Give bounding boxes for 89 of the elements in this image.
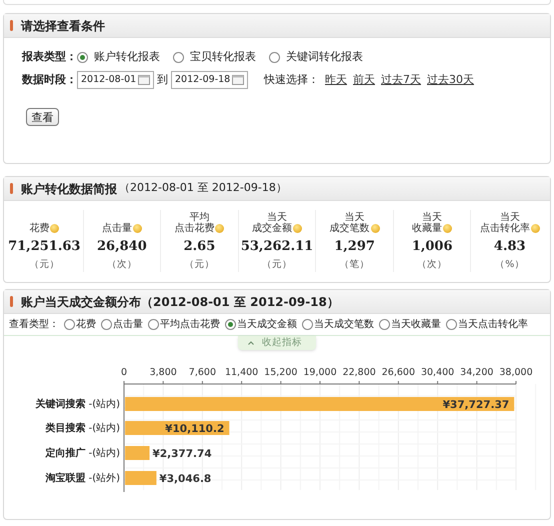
metric-label: 当天 点击转化率 <box>480 210 540 234</box>
metric-label: 点击量 <box>102 210 142 234</box>
metric-unit: （次） <box>106 258 137 272</box>
radio-button[interactable] <box>101 319 112 330</box>
radio-label[interactable]: 花费 <box>76 317 96 332</box>
radio-button[interactable] <box>148 319 159 330</box>
axis-tick-label: 15,200 <box>264 367 298 378</box>
calendar-icon[interactable] <box>232 75 244 85</box>
radio-label[interactable]: 关键词转化报表 <box>286 48 363 66</box>
field-label: 查看类型： <box>9 318 59 332</box>
axis-tick-label: 26,600 <box>382 367 416 378</box>
category-label: 类目搜索 -(站内) <box>45 422 120 436</box>
axis-tick-label: 22,800 <box>342 367 376 378</box>
calendar-icon[interactable] <box>138 75 150 85</box>
help-icon <box>443 224 452 233</box>
metric-label: 当天 成交笔数 <box>330 210 380 234</box>
help-icon <box>370 224 380 233</box>
radio-label[interactable]: 当天成交金额 <box>237 317 297 332</box>
axis-tick-label: 3,800 <box>150 367 177 378</box>
axis-tick-label: 34,200 <box>460 367 494 378</box>
field-label: 数据时段： <box>22 72 77 88</box>
axis-tick-label: 7,600 <box>188 367 216 378</box>
radio-button[interactable] <box>379 319 390 330</box>
header-marker-icon <box>10 183 13 194</box>
panel-title: 请选择查看条件 <box>21 18 105 34</box>
radio-label[interactable]: 当天成交笔数 <box>314 317 374 332</box>
metric-unit: （元） <box>184 258 214 272</box>
metric-value: 1,006 <box>412 238 453 256</box>
start-date-field[interactable]: 2012-08-01 <box>77 71 154 89</box>
axis-tick-label: 11,400 <box>224 367 258 378</box>
help-icon <box>215 224 224 233</box>
radio-button[interactable] <box>446 319 457 330</box>
chevron-up-icon <box>248 341 254 345</box>
quick-select-link[interactable]: 前天 <box>353 72 375 88</box>
metric-unit: （元） <box>29 258 60 272</box>
quick-select-link[interactable]: 过去30天 <box>427 72 474 88</box>
category-label: 关键词搜索 -(站内) <box>35 398 120 412</box>
radio-button[interactable] <box>64 319 75 330</box>
radio-label[interactable]: 当天收藏量 <box>391 317 441 332</box>
metric-value: 71,251.63 <box>8 238 80 256</box>
end-date-field[interactable]: 2012-09-18 <box>171 71 248 89</box>
metric-label: 平均 点击花费 <box>174 210 224 234</box>
axis-tick-label: 0 <box>120 367 128 378</box>
help-icon <box>530 224 540 233</box>
category-label: 淘宝联盟 -(站外) <box>45 471 120 486</box>
radio-label[interactable]: 账户转化报表 <box>94 48 160 66</box>
radio-button[interactable] <box>302 319 313 330</box>
radio-label[interactable]: 当天点击转化率 <box>458 317 528 332</box>
metric-label: 当天 成交金额 <box>252 210 302 234</box>
metric-unit: （元） <box>262 258 292 272</box>
metric-unit: （%） <box>495 258 524 272</box>
date-range: （2012-08-01 至 2012-09-18） <box>119 180 287 196</box>
radio-button[interactable] <box>269 52 280 62</box>
value-label: ¥10,110.2 <box>165 423 224 435</box>
metric-unit: （次） <box>417 258 448 272</box>
metric-label: 花费 <box>29 210 60 234</box>
help-icon <box>293 224 302 233</box>
axis-tick-label: 19,000 <box>303 367 337 378</box>
panel-title: 账户转化数据简报 <box>21 180 117 198</box>
help-icon <box>132 224 142 233</box>
field-label: 快速选择： <box>264 72 319 88</box>
radio-button[interactable] <box>77 52 88 62</box>
help-icon <box>50 224 60 233</box>
radio-button[interactable] <box>225 319 236 330</box>
quick-select-link[interactable]: 昨天 <box>325 72 347 88</box>
quick-select-link[interactable]: 过去7天 <box>381 72 421 88</box>
view-button[interactable]: 查看 <box>26 108 59 126</box>
metric-label: 当天 收藏量 <box>412 210 452 234</box>
axis-tick-label: 38,000 <box>499 367 533 378</box>
radio-label[interactable]: 点击量 <box>113 317 143 332</box>
field-label: 报表类型： <box>22 48 77 65</box>
metric-value: 4.83 <box>494 238 526 256</box>
metric-value: 53,262.11 <box>240 238 314 256</box>
metric-unit: （笔） <box>340 258 370 272</box>
date-separator: 到 <box>157 72 168 88</box>
axis-tick-label: 30,400 <box>420 367 454 378</box>
value-label: ¥37,727.37 <box>442 399 510 411</box>
metric-value: 26,840 <box>96 238 147 256</box>
radio-label[interactable]: 平均点击花费 <box>160 317 220 332</box>
panel-title: 账户当天成交金额分布（2012-08-01 至 2012-09-18） <box>21 294 339 310</box>
header-marker-icon <box>10 20 13 31</box>
value-label: ¥3,046.8 <box>159 473 212 485</box>
header-marker-icon <box>10 296 13 307</box>
metric-value: 2.65 <box>184 238 216 256</box>
radio-button[interactable] <box>173 52 184 62</box>
radio-label[interactable]: 宝贝转化报表 <box>190 48 256 66</box>
value-label: ¥2,377.74 <box>152 448 212 460</box>
metric-value: 1,297 <box>334 238 375 256</box>
category-label: 定向推广 -(站内) <box>45 446 120 460</box>
